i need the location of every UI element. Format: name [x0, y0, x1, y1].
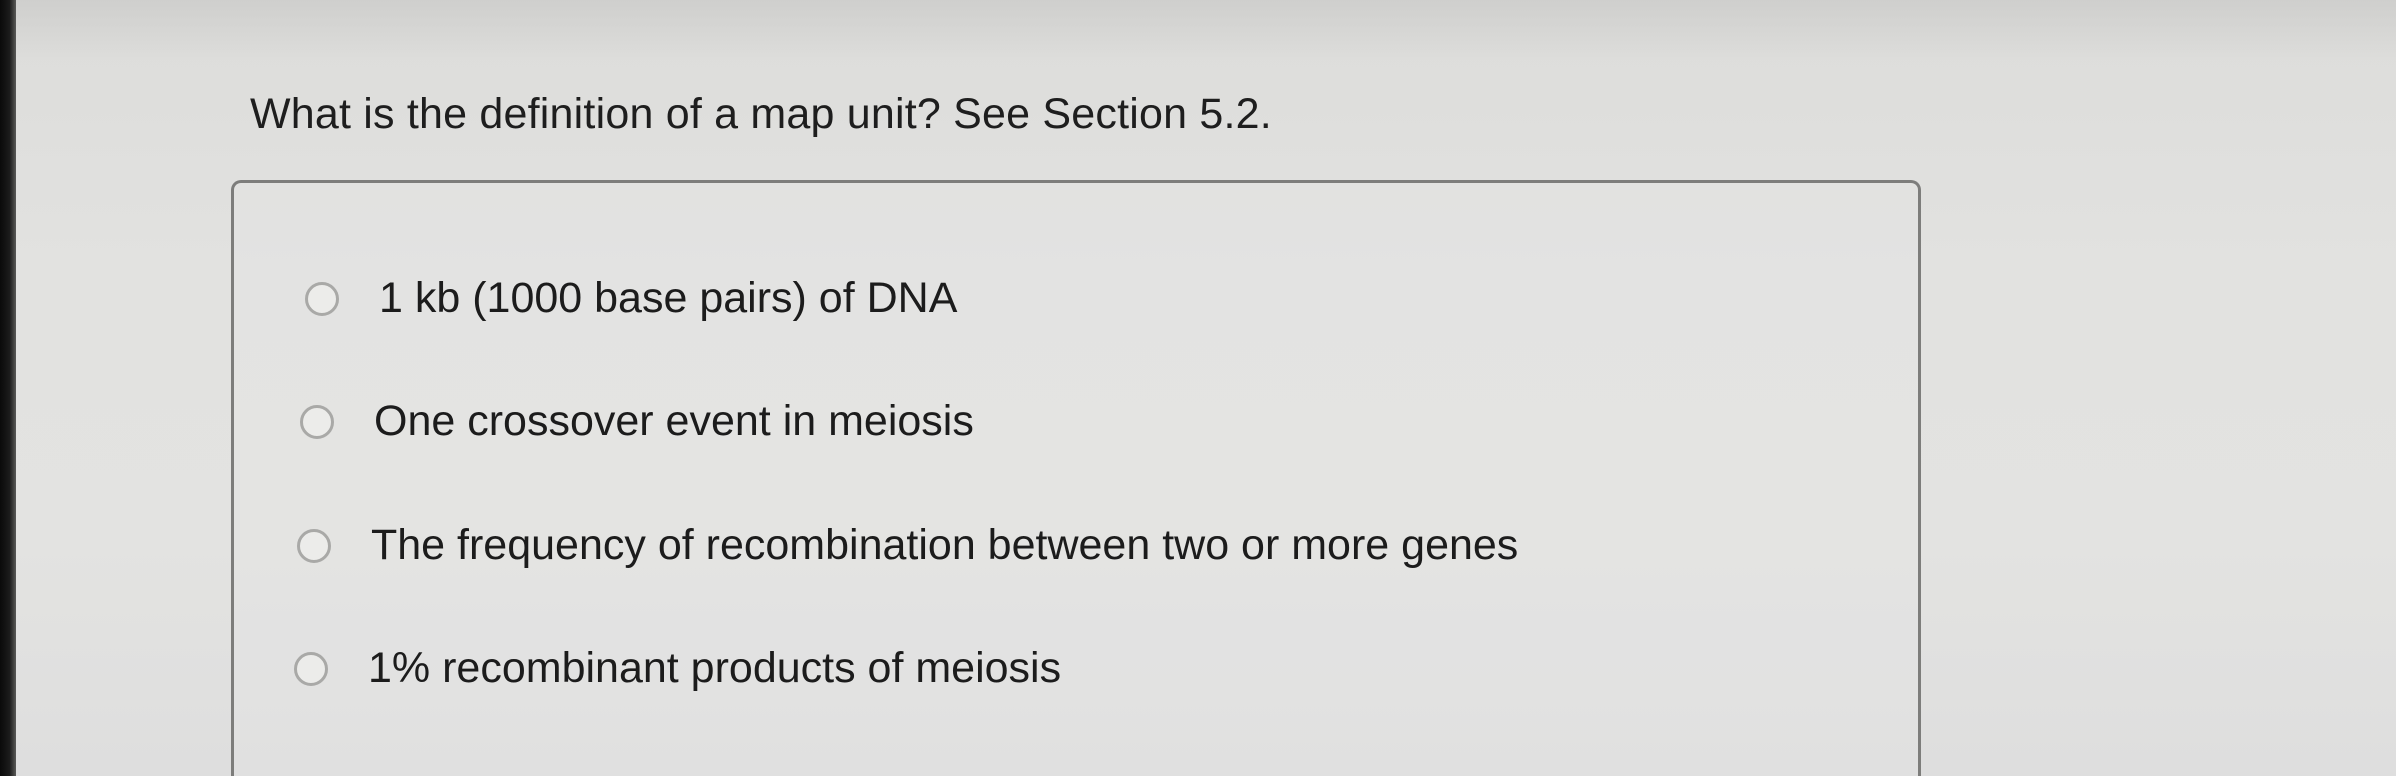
- radio-button[interactable]: [305, 281, 339, 316]
- answer-option-4[interactable]: 1% recombinant products of meiosis: [294, 644, 1061, 693]
- question-text: What is the definition of a map unit? Se…: [250, 90, 1272, 138]
- radio-button[interactable]: [300, 404, 334, 439]
- radio-button[interactable]: [294, 651, 328, 686]
- answer-option-2[interactable]: One crossover event in meiosis: [300, 397, 974, 446]
- screen-bezel: [0, 0, 16, 776]
- answer-option-3[interactable]: The frequency of recombination between t…: [297, 521, 1518, 570]
- top-shading: [16, 0, 2396, 60]
- option-label: The frequency of recombination between t…: [371, 521, 1519, 569]
- option-label: 1 kb (1000 base pairs) of DNA: [379, 274, 958, 322]
- option-label: 1% recombinant products of meiosis: [368, 644, 1062, 692]
- option-label: One crossover event in meiosis: [374, 397, 974, 445]
- answer-option-1[interactable]: 1 kb (1000 base pairs) of DNA: [305, 274, 957, 323]
- quiz-screen: What is the definition of a map unit? Se…: [0, 0, 2396, 776]
- radio-button[interactable]: [297, 528, 331, 563]
